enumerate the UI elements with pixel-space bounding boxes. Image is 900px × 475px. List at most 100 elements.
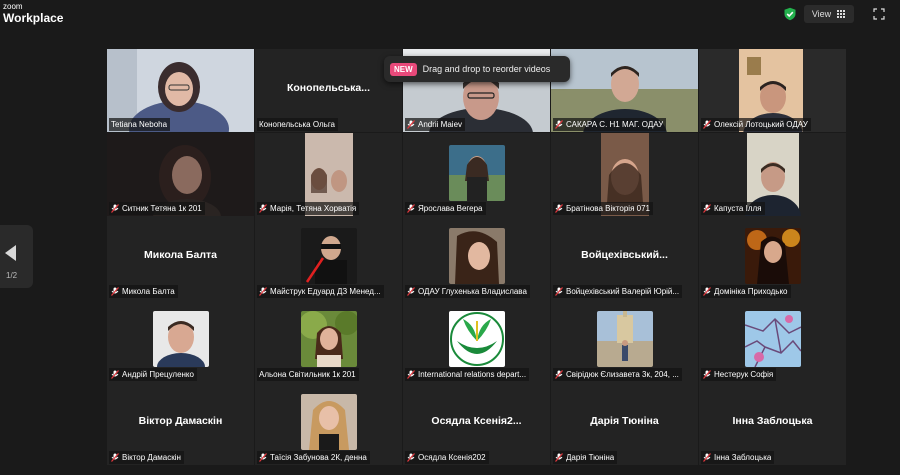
participant-name-label: Конопельська Ольга: [257, 118, 339, 131]
participant-display-name: Віктор Дамаскін: [138, 415, 223, 427]
app-logo: zoom Workplace: [3, 2, 64, 25]
muted-mic-icon: [407, 453, 415, 462]
participant-name-label: Олексій Лотоцький ОДАУ: [701, 118, 811, 131]
participant-tile[interactable]: Марія, Тетяна Хорватія: [255, 133, 402, 216]
muted-mic-icon: [555, 370, 563, 379]
participant-name-label: International relations depart...: [405, 368, 530, 381]
video-gallery: Tetiana Neboha Конопельська... Конопельс…: [107, 49, 847, 465]
participant-tile[interactable]: Ярослава Вегера: [403, 133, 550, 216]
participant-name-label: Марія, Тетяна Хорватія: [257, 202, 360, 215]
participant-avatar: [153, 311, 209, 367]
participant-name-label: Микола Балта: [109, 285, 178, 298]
participant-name-label: Таїсія Забунова 2К, денна: [257, 451, 370, 464]
participant-tile[interactable]: Осядла Ксенія2... Осядла Ксенія202: [403, 382, 550, 465]
view-label: View: [811, 9, 832, 19]
participant-tile[interactable]: Віктор Дамаскін Віктор Дамаскін: [107, 382, 254, 465]
muted-mic-icon: [703, 287, 711, 296]
participant-tile[interactable]: Ситник Тетяна 1к 201: [107, 133, 254, 216]
participant-name-label: Ситник Тетяна 1к 201: [109, 202, 205, 215]
participant-name-label: Нестерук Софія: [701, 368, 777, 381]
page-indicator: 1/2: [6, 271, 18, 280]
participant-avatar: [301, 394, 357, 450]
participant-avatar: [301, 228, 357, 284]
participant-name-label: Домініка Приходько: [701, 285, 791, 298]
participant-tile[interactable]: САКАРА С. Н1 МАГ. ОДАУ: [551, 49, 698, 132]
participant-name-label: Альона Світильник 1к 201: [257, 368, 359, 381]
participant-display-name: Конопельська...: [286, 82, 371, 94]
participant-tile[interactable]: Войцехівський... Войцехівський Валерій Ю…: [551, 216, 698, 299]
muted-mic-icon: [259, 453, 267, 462]
participant-name-label: Andrii Maiev: [405, 118, 466, 131]
participant-name-label: Дарія Тюніна: [553, 451, 618, 464]
shield-check-icon[interactable]: [783, 7, 797, 21]
fullscreen-icon[interactable]: [873, 8, 885, 20]
participant-name-label: Інна Заблоцька: [701, 451, 775, 464]
participant-display-name: Дарія Тюніна: [590, 415, 659, 427]
participant-tile[interactable]: Свірідюк Єлизавета 3к, 204, ...: [551, 299, 698, 382]
muted-mic-icon: [407, 370, 415, 379]
participant-tile[interactable]: Андрій Прецуленко: [107, 299, 254, 382]
participant-name-label: Tetiana Neboha: [109, 118, 171, 131]
participant-tile[interactable]: Олексій Лотоцький ОДАУ: [699, 49, 846, 132]
muted-mic-icon: [703, 453, 711, 462]
participant-avatar: [745, 311, 801, 367]
participant-name-label: Андрій Прецуленко: [109, 368, 197, 381]
participant-tile[interactable]: Майструк Едуард ДЗ Менед...: [255, 216, 402, 299]
muted-mic-icon: [111, 370, 119, 379]
muted-mic-icon: [259, 204, 267, 213]
new-badge: NEW: [390, 62, 417, 76]
muted-mic-icon: [407, 287, 415, 296]
participant-tile[interactable]: Інна Заблоцька Інна Заблоцька: [699, 382, 846, 465]
participant-display-name: Інна Заблоцька: [732, 415, 813, 427]
participant-name-label: Братінова Вікторія 071: [553, 202, 653, 215]
participant-tile[interactable]: Домініка Приходько: [699, 216, 846, 299]
participant-avatar: [449, 145, 505, 201]
muted-mic-icon: [407, 204, 415, 213]
participant-name-label: САКАРА С. Н1 МАГ. ОДАУ: [553, 118, 667, 131]
participant-avatar: [597, 311, 653, 367]
participant-tile[interactable]: Братінова Вікторія 071: [551, 133, 698, 216]
toast-message: Drag and drop to reorder videos: [422, 64, 551, 74]
muted-mic-icon: [703, 120, 711, 129]
participant-tile[interactable]: Нестерук Софія: [699, 299, 846, 382]
participant-name-label: Ярослава Вегера: [405, 202, 486, 215]
participant-tile[interactable]: ОДАУ Глухенька Владислава: [403, 216, 550, 299]
muted-mic-icon: [111, 287, 119, 296]
muted-mic-icon: [703, 204, 711, 213]
participant-display-name: Микола Балта: [144, 249, 217, 261]
participant-tile[interactable]: Микола Балта Микола Балта: [107, 216, 254, 299]
participant-name-label: Войцехівський Валерій Юрій...: [553, 285, 683, 298]
participant-name-label: ОДАУ Глухенька Владислава: [405, 285, 530, 298]
top-bar: zoom Workplace View: [0, 0, 900, 30]
participant-tile[interactable]: Конопельська... Конопельська Ольга: [255, 49, 402, 132]
previous-page-button[interactable]: 1/2: [0, 225, 33, 288]
participant-avatar: [449, 228, 505, 284]
reorder-toast: NEW Drag and drop to reorder videos: [384, 56, 570, 82]
participant-avatar: [449, 311, 505, 367]
grid-icon: [837, 9, 846, 19]
participant-avatar: [745, 228, 801, 284]
muted-mic-icon: [111, 204, 119, 213]
participant-name-label: Осядла Ксенія202: [405, 451, 489, 464]
muted-mic-icon: [555, 204, 563, 213]
participant-tile[interactable]: Альона Світильник 1к 201: [255, 299, 402, 382]
participant-tile[interactable]: Дарія Тюніна Дарія Тюніна: [551, 382, 698, 465]
brand-top: zoom: [3, 2, 23, 11]
muted-mic-icon: [111, 453, 119, 462]
participant-name-label: Капуста Ілля: [701, 202, 765, 215]
chevron-left-icon: [5, 245, 16, 261]
muted-mic-icon: [703, 370, 711, 379]
participant-tile[interactable]: International relations depart...: [403, 299, 550, 382]
view-button[interactable]: View: [804, 5, 854, 23]
participant-tile[interactable]: Капуста Ілля: [699, 133, 846, 216]
participant-tile[interactable]: Tetiana Neboha: [107, 49, 254, 132]
participant-name-label: Майструк Едуард ДЗ Менед...: [257, 285, 384, 298]
muted-mic-icon: [259, 287, 267, 296]
muted-mic-icon: [555, 453, 563, 462]
participant-name-label: Віктор Дамаскін: [109, 451, 184, 464]
participant-tile[interactable]: Таїсія Забунова 2К, денна: [255, 382, 402, 465]
brand-bottom: Workplace: [3, 11, 64, 25]
participant-name-label: Свірідюк Єлизавета 3к, 204, ...: [553, 368, 682, 381]
participant-display-name: Войцехівський...: [581, 249, 668, 261]
muted-mic-icon: [407, 120, 415, 129]
